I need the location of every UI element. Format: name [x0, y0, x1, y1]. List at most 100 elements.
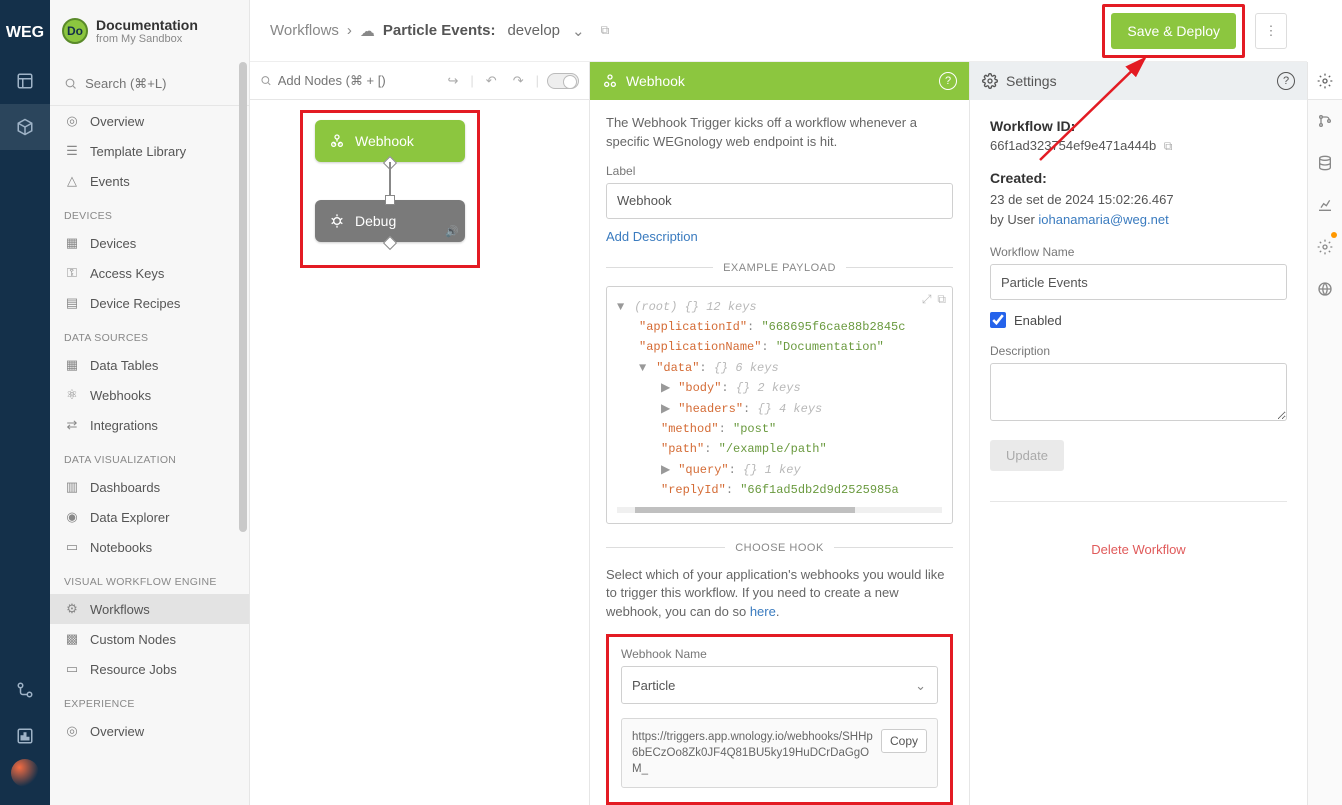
chip-icon: ▦ [64, 235, 80, 251]
chevron-down-icon[interactable]: ⌄ [572, 22, 585, 40]
json-key: "path" [661, 442, 704, 456]
nav-label: Events [90, 174, 130, 189]
nav-access-keys[interactable]: ⚿Access Keys [50, 258, 249, 288]
nav-resource-jobs[interactable]: ▭ Resource Jobs [50, 654, 249, 684]
branch-name[interactable]: develop [507, 22, 560, 39]
canvas-toolbar: ↪ | ↶ ↷ | [250, 62, 590, 100]
node-port-in[interactable] [385, 195, 395, 205]
jobs-icon: ▭ [64, 661, 80, 677]
json-key: "query" [678, 463, 728, 477]
copy-icon[interactable]: ⧉ [1164, 139, 1173, 153]
search-input[interactable] [85, 76, 235, 91]
nav-template-library[interactable]: ☰ Template Library [50, 136, 249, 166]
rail-bug-icon[interactable] [1308, 226, 1342, 268]
add-nodes-input[interactable] [278, 73, 436, 88]
nav-data-tables[interactable]: ▦Data Tables [50, 350, 249, 380]
webhook-icon [602, 73, 618, 89]
nav-data-explorer[interactable]: ◉Data Explorer [50, 502, 249, 532]
nav-device-recipes[interactable]: ▤Device Recipes [50, 288, 249, 318]
redo-icon[interactable]: ↪ [444, 71, 463, 91]
webhook-description: The Webhook Trigger kicks off a workflow… [606, 114, 953, 152]
add-nodes[interactable] [260, 73, 436, 88]
nav-devices[interactable]: ▦Devices [50, 228, 249, 258]
help-icon[interactable]: ? [939, 72, 957, 90]
description-textarea[interactable] [990, 363, 1287, 421]
created-by-user[interactable]: iohanamaria@weg.net [1038, 212, 1168, 227]
label-field-label: Label [606, 164, 953, 178]
sidebar-scrollbar[interactable] [239, 62, 247, 532]
copy-icon[interactable]: ⧉ [601, 23, 610, 38]
rail-avatar[interactable] [0, 759, 50, 805]
rail-chart-icon[interactable] [1308, 184, 1342, 226]
payload-scrollbar[interactable] [617, 507, 942, 513]
label-input[interactable] [606, 183, 953, 219]
node-webhook[interactable]: Webhook [315, 120, 465, 162]
nav-label: Resource Jobs [90, 662, 177, 677]
here-link[interactable]: here [750, 604, 776, 619]
search-icon [64, 76, 77, 91]
rail-box-icon[interactable] [0, 104, 50, 150]
nav-label: Integrations [90, 418, 158, 433]
nav-custom-nodes[interactable]: ▩Custom Nodes [50, 624, 249, 654]
nav-label: Data Tables [90, 358, 158, 373]
json-key: "data" [656, 361, 699, 375]
rail-database-icon[interactable] [1308, 142, 1342, 184]
copy-icon[interactable]: ⧉ [937, 293, 946, 307]
copy-button[interactable]: Copy [881, 729, 927, 753]
nav-dashboards[interactable]: ▥Dashboards [50, 472, 249, 502]
library-icon: ☰ [64, 143, 80, 159]
nav-integrations[interactable]: ⇄Integrations [50, 410, 249, 440]
logo[interactable]: WEG [0, 8, 50, 58]
right-gear-tab[interactable] [1307, 62, 1342, 100]
nav-label: Data Explorer [90, 510, 169, 525]
nav-label: Template Library [90, 144, 186, 159]
enabled-checkbox[interactable] [990, 312, 1006, 328]
nav-webhooks[interactable]: ⚛Webhooks [50, 380, 249, 410]
rail-workflow-icon[interactable] [0, 667, 50, 713]
choose-hook-highlight: Webhook Name ⌄ https://triggers.app.wnol… [606, 634, 953, 805]
nav-workflows[interactable]: ⚙Workflows [50, 594, 249, 624]
webhook-panel-header: Webhook ? [590, 62, 969, 100]
node-debug[interactable]: Debug 🔊 [315, 200, 465, 242]
node-icon: ▩ [64, 631, 80, 647]
webhook-url-box: https://triggers.app.wnology.io/webhooks… [621, 718, 938, 788]
choose-hook-divider: CHOOSE HOOK [606, 542, 953, 554]
webhook-icon: ⚛ [64, 387, 80, 403]
help-icon[interactable]: ? [1277, 72, 1295, 90]
canvas[interactable]: Webhook Debug 🔊 [250, 100, 590, 805]
undo-icon[interactable]: ↶ [482, 71, 501, 91]
rail-globe-icon[interactable] [1308, 268, 1342, 310]
view-toggle[interactable] [547, 73, 579, 89]
sidebar-header: Do Documentation from My Sandbox [50, 0, 249, 62]
expand-icon[interactable]: ⤢ [922, 293, 932, 307]
json-val: "Documentation" [776, 340, 884, 354]
redo2-icon[interactable]: ↷ [509, 71, 528, 91]
gear-icon [982, 73, 998, 89]
save-deploy-button[interactable]: Save & Deploy [1111, 13, 1236, 49]
add-description-link[interactable]: Add Description [606, 229, 698, 244]
delete-workflow-link[interactable]: Delete Workflow [990, 542, 1287, 557]
search-bar[interactable] [50, 62, 249, 106]
workflow-name-input[interactable] [990, 264, 1287, 300]
json-key: "applicationName" [639, 340, 761, 354]
json-val: "/example/path" [719, 442, 827, 456]
webhook-name-label: Webhook Name [621, 647, 938, 661]
nav-overview[interactable]: ◎Overview [50, 106, 249, 136]
app-title: Documentation [96, 17, 198, 33]
breadcrumb-root[interactable]: Workflows [270, 22, 339, 39]
nav-notebooks[interactable]: ▭Notebooks [50, 532, 249, 562]
nav-exp-overview[interactable]: ◎Overview [50, 716, 249, 746]
rail-chart-icon[interactable] [0, 713, 50, 759]
breadcrumb-current: Particle Events: [383, 22, 496, 39]
rail-dashboard-icon[interactable] [0, 58, 50, 104]
update-button[interactable]: Update [990, 440, 1064, 471]
created-by-prefix: by User [990, 212, 1038, 227]
nav-events[interactable]: △Events [50, 166, 249, 196]
json-key: "replyId" [661, 483, 726, 497]
webhook-select[interactable] [621, 666, 938, 704]
kebab-menu[interactable]: ⋮ [1255, 13, 1287, 49]
sound-icon: 🔊 [445, 225, 459, 238]
recipe-icon: ▤ [64, 295, 80, 311]
nav-label: Access Keys [90, 266, 164, 281]
rail-branch-icon[interactable] [1308, 100, 1342, 142]
